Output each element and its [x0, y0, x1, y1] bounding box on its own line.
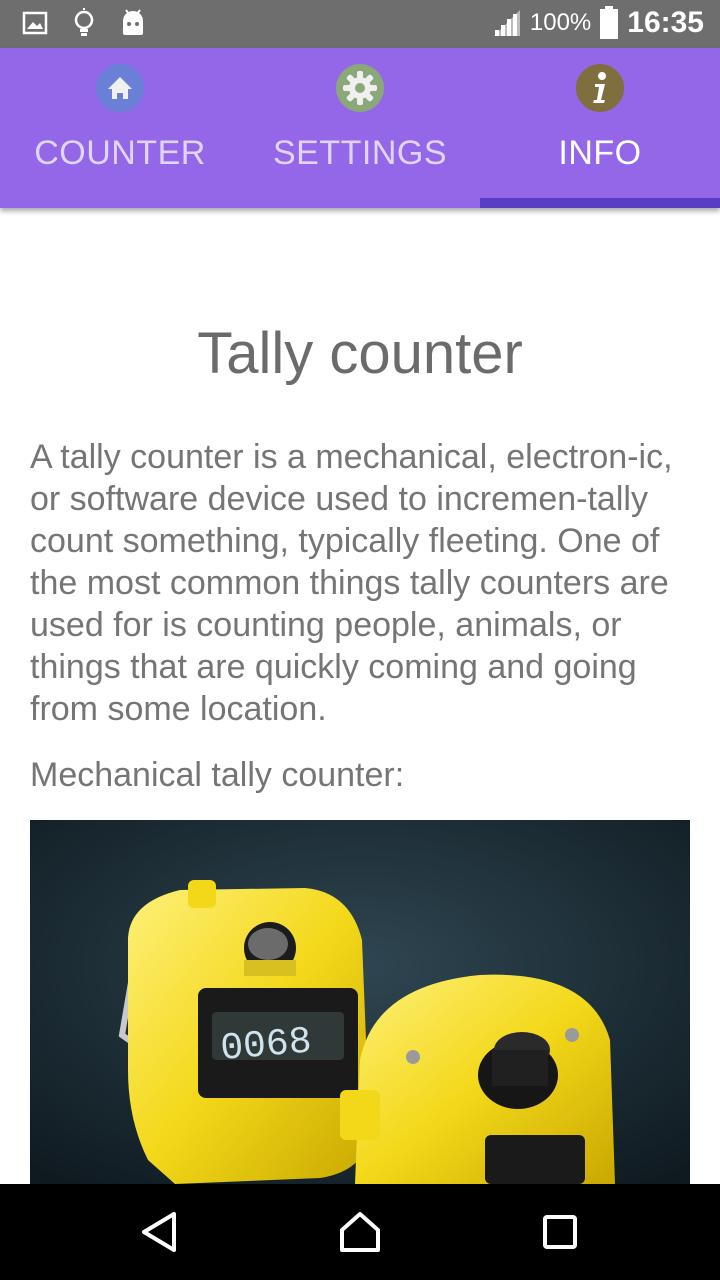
tab-counter[interactable]: COUNTER — [0, 48, 240, 208]
gear-icon — [336, 64, 384, 112]
lightbulb-icon — [74, 8, 94, 36]
tab-label: INFO — [558, 134, 642, 172]
app-bar: COUNTER SETTINGS INFO — [0, 48, 720, 208]
status-bar: 100% 16:35 — [0, 0, 720, 48]
tab-indicator — [480, 198, 720, 208]
home-nav-icon[interactable] — [336, 1208, 384, 1256]
tally-counter-photo: 0068 — [30, 820, 690, 1184]
battery-percent: 100% — [529, 9, 592, 36]
battery-icon — [600, 6, 619, 39]
signal-icon — [493, 10, 520, 36]
clock: 16:35 — [627, 6, 704, 39]
info-content[interactable]: Tally counter A tally counter is a mecha… — [0, 208, 720, 1184]
section-subtitle: Mechanical tally counter: — [30, 756, 405, 794]
tab-label: COUNTER — [34, 134, 206, 172]
tab-settings[interactable]: SETTINGS — [240, 48, 480, 208]
recents-icon[interactable] — [536, 1208, 584, 1256]
tab-label: SETTINGS — [272, 134, 448, 172]
counter-digits: 0068 — [219, 1020, 314, 1071]
tab-info[interactable]: INFO — [480, 48, 720, 208]
navigation-bar — [0, 1184, 720, 1280]
description-text: A tally counter is a mechanical, electro… — [30, 438, 673, 728]
page-title: Tally counter — [197, 321, 523, 386]
info-icon — [576, 64, 624, 112]
android-icon — [123, 9, 143, 35]
image-icon — [22, 11, 48, 35]
back-icon[interactable] — [136, 1208, 184, 1256]
home-icon — [96, 64, 144, 112]
